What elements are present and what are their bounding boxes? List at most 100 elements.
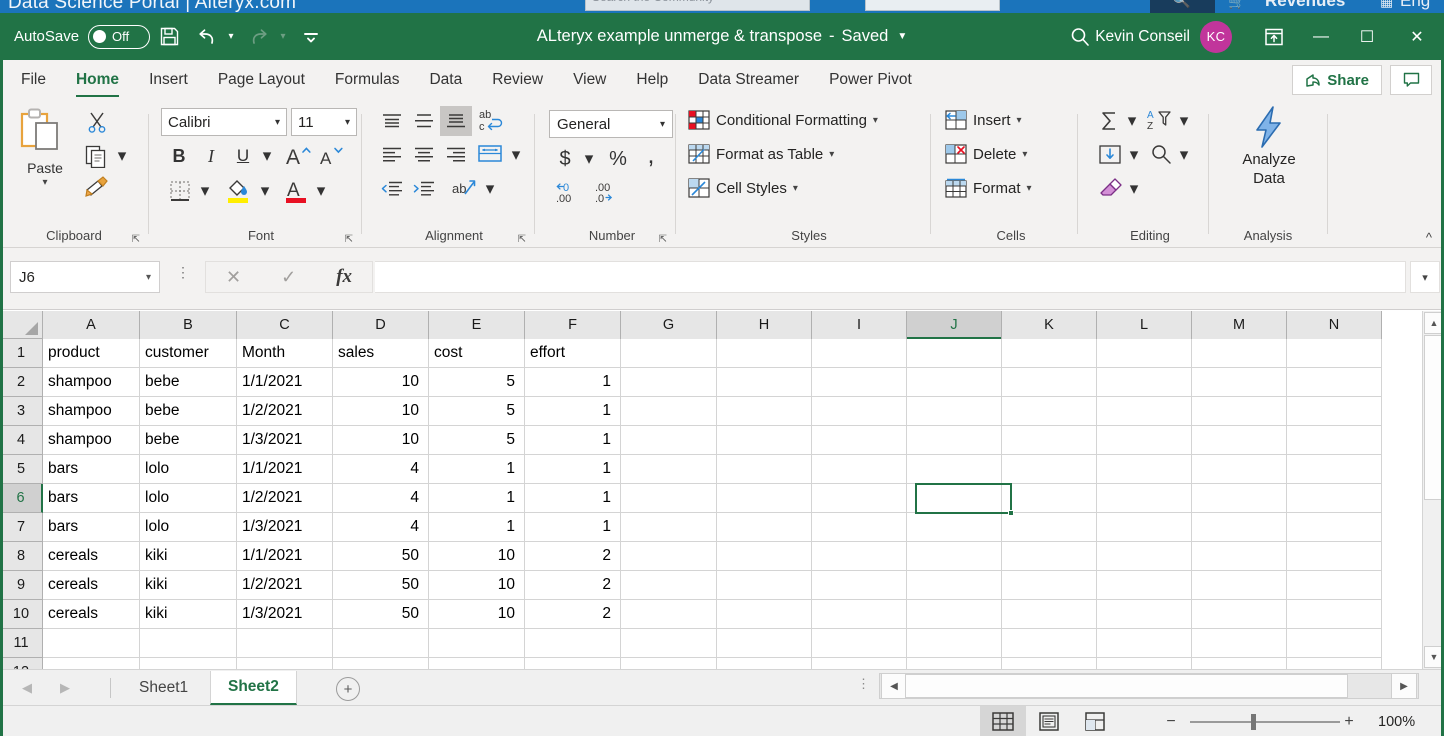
cell-D5[interactable]: 4 (333, 455, 429, 484)
row-header-7[interactable]: 7 (0, 513, 43, 542)
cell-B7[interactable]: lolo (140, 513, 237, 542)
cell-N9[interactable] (1287, 571, 1382, 600)
alignment-dialog-launcher-icon[interactable]: ⇱ (518, 234, 526, 245)
chevron-down-icon[interactable]: ▾ (275, 117, 280, 128)
normal-view-icon[interactable] (980, 706, 1026, 736)
row-header-10[interactable]: 10 (0, 600, 43, 629)
tab-data-streamer[interactable]: Data Streamer (683, 60, 814, 100)
cell-J10[interactable] (907, 600, 1002, 629)
cell-L7[interactable] (1097, 513, 1192, 542)
cell-I8[interactable] (812, 542, 907, 571)
chevron-down-icon[interactable]: ▾ (146, 272, 151, 283)
fill-color-icon[interactable] (223, 174, 255, 206)
cell-K5[interactable] (1002, 455, 1097, 484)
cell-G6[interactable] (621, 484, 717, 513)
cell-J1[interactable] (907, 339, 1002, 368)
cell-F8[interactable]: 2 (525, 542, 621, 571)
cell-E1[interactable]: cost (429, 339, 525, 368)
cell-K10[interactable] (1002, 600, 1097, 629)
number-format-select[interactable]: General ▾ (549, 110, 673, 138)
tab-page-layout[interactable]: Page Layout (203, 60, 320, 100)
percent-style-button[interactable]: % (603, 144, 633, 174)
cell-C3[interactable]: 1/2/2021 (237, 397, 333, 426)
cut-scissors-icon[interactable] (82, 108, 112, 136)
chevron-down-icon[interactable]: ▼ (897, 31, 907, 42)
cell-N2[interactable] (1287, 368, 1382, 397)
decrease-decimal-icon[interactable]: .00.0 (589, 178, 625, 206)
collapse-ribbon-icon[interactable]: ^ (1426, 230, 1432, 245)
cell-L6[interactable] (1097, 484, 1192, 513)
cell-L3[interactable] (1097, 397, 1192, 426)
cell-F9[interactable]: 2 (525, 571, 621, 600)
cell-I4[interactable] (812, 426, 907, 455)
cell-N3[interactable] (1287, 397, 1382, 426)
cell-A7[interactable]: bars (43, 513, 140, 542)
cell-F3[interactable]: 1 (525, 397, 621, 426)
insert-function-fx-icon[interactable]: fx (316, 262, 372, 292)
cell-C9[interactable]: 1/2/2021 (237, 571, 333, 600)
format-painter-icon[interactable] (80, 174, 114, 202)
cell-M3[interactable] (1192, 397, 1287, 426)
cell-C1[interactable]: Month (237, 339, 333, 368)
cell-J2[interactable] (907, 368, 1002, 397)
cell-N7[interactable] (1287, 513, 1382, 542)
cell-D7[interactable]: 4 (333, 513, 429, 542)
cell-M5[interactable] (1192, 455, 1287, 484)
cell-C6[interactable]: 1/2/2021 (237, 484, 333, 513)
insert-dropdown-icon[interactable]: ▾ (1017, 115, 1022, 126)
cancel-x-icon[interactable]: ✕ (206, 262, 261, 292)
cell-H10[interactable] (717, 600, 812, 629)
column-header-d[interactable]: D (333, 311, 429, 339)
row-header-11[interactable]: 11 (0, 629, 43, 658)
cell-G2[interactable] (621, 368, 717, 397)
clear-eraser-icon[interactable] (1094, 174, 1126, 204)
avatar[interactable]: KC (1200, 21, 1232, 53)
increase-indent-icon[interactable] (408, 174, 440, 204)
cell-J8[interactable] (907, 542, 1002, 571)
text-orientation-icon[interactable]: ab (448, 172, 480, 204)
cell-L8[interactable] (1097, 542, 1192, 571)
wrap-text-icon[interactable]: ab c (474, 104, 508, 136)
row-header-4[interactable]: 4 (0, 426, 43, 455)
tab-power-pivot[interactable]: Power Pivot (814, 60, 927, 100)
autosum-dropdown-icon[interactable]: ▾ (1124, 106, 1140, 136)
borders-dropdown-icon[interactable]: ▾ (197, 176, 213, 206)
cell-K11[interactable] (1002, 629, 1097, 658)
cell-E4[interactable]: 5 (429, 426, 525, 455)
column-header-a[interactable]: A (43, 311, 140, 339)
formula-input[interactable] (375, 261, 1406, 293)
cell-H2[interactable] (717, 368, 812, 397)
search-icon[interactable] (1060, 13, 1100, 60)
cell-D8[interactable]: 50 (333, 542, 429, 571)
cell-M7[interactable] (1192, 513, 1287, 542)
cell-D3[interactable]: 10 (333, 397, 429, 426)
cell-G7[interactable] (621, 513, 717, 542)
cell-J3[interactable] (907, 397, 1002, 426)
cell-A1[interactable]: product (43, 339, 140, 368)
cell-K8[interactable] (1002, 542, 1097, 571)
align-bottom-icon[interactable] (440, 106, 472, 136)
clipboard-dialog-launcher-icon[interactable]: ⇱ (132, 234, 140, 245)
align-top-icon[interactable] (376, 106, 408, 136)
copy-dropdown-icon[interactable]: ▾ (114, 142, 130, 170)
cell-B3[interactable]: bebe (140, 397, 237, 426)
cell-F4[interactable]: 1 (525, 426, 621, 455)
cell-A3[interactable]: shampoo (43, 397, 140, 426)
column-header-e[interactable]: E (429, 311, 525, 339)
underline-dropdown-icon[interactable]: ▾ (259, 142, 275, 170)
cell-E9[interactable]: 10 (429, 571, 525, 600)
cell-K7[interactable] (1002, 513, 1097, 542)
saved-state[interactable]: Saved (842, 27, 889, 46)
sort-filter-dropdown-icon[interactable]: ▾ (1176, 106, 1192, 136)
cell-I1[interactable] (812, 339, 907, 368)
cell-A6[interactable]: bars (43, 484, 140, 513)
sheet-tab-sheet2[interactable]: Sheet2 (210, 671, 297, 705)
cell-M10[interactable] (1192, 600, 1287, 629)
cell-E2[interactable]: 5 (429, 368, 525, 397)
conditional-formatting-dropdown-icon[interactable]: ▾ (873, 115, 878, 126)
comments-button[interactable] (1390, 65, 1432, 95)
cell-A11[interactable] (43, 629, 140, 658)
cell-styles-button[interactable]: Cell Styles ▾ (688, 178, 798, 198)
cell-D4[interactable]: 10 (333, 426, 429, 455)
tab-data[interactable]: Data (414, 60, 477, 100)
